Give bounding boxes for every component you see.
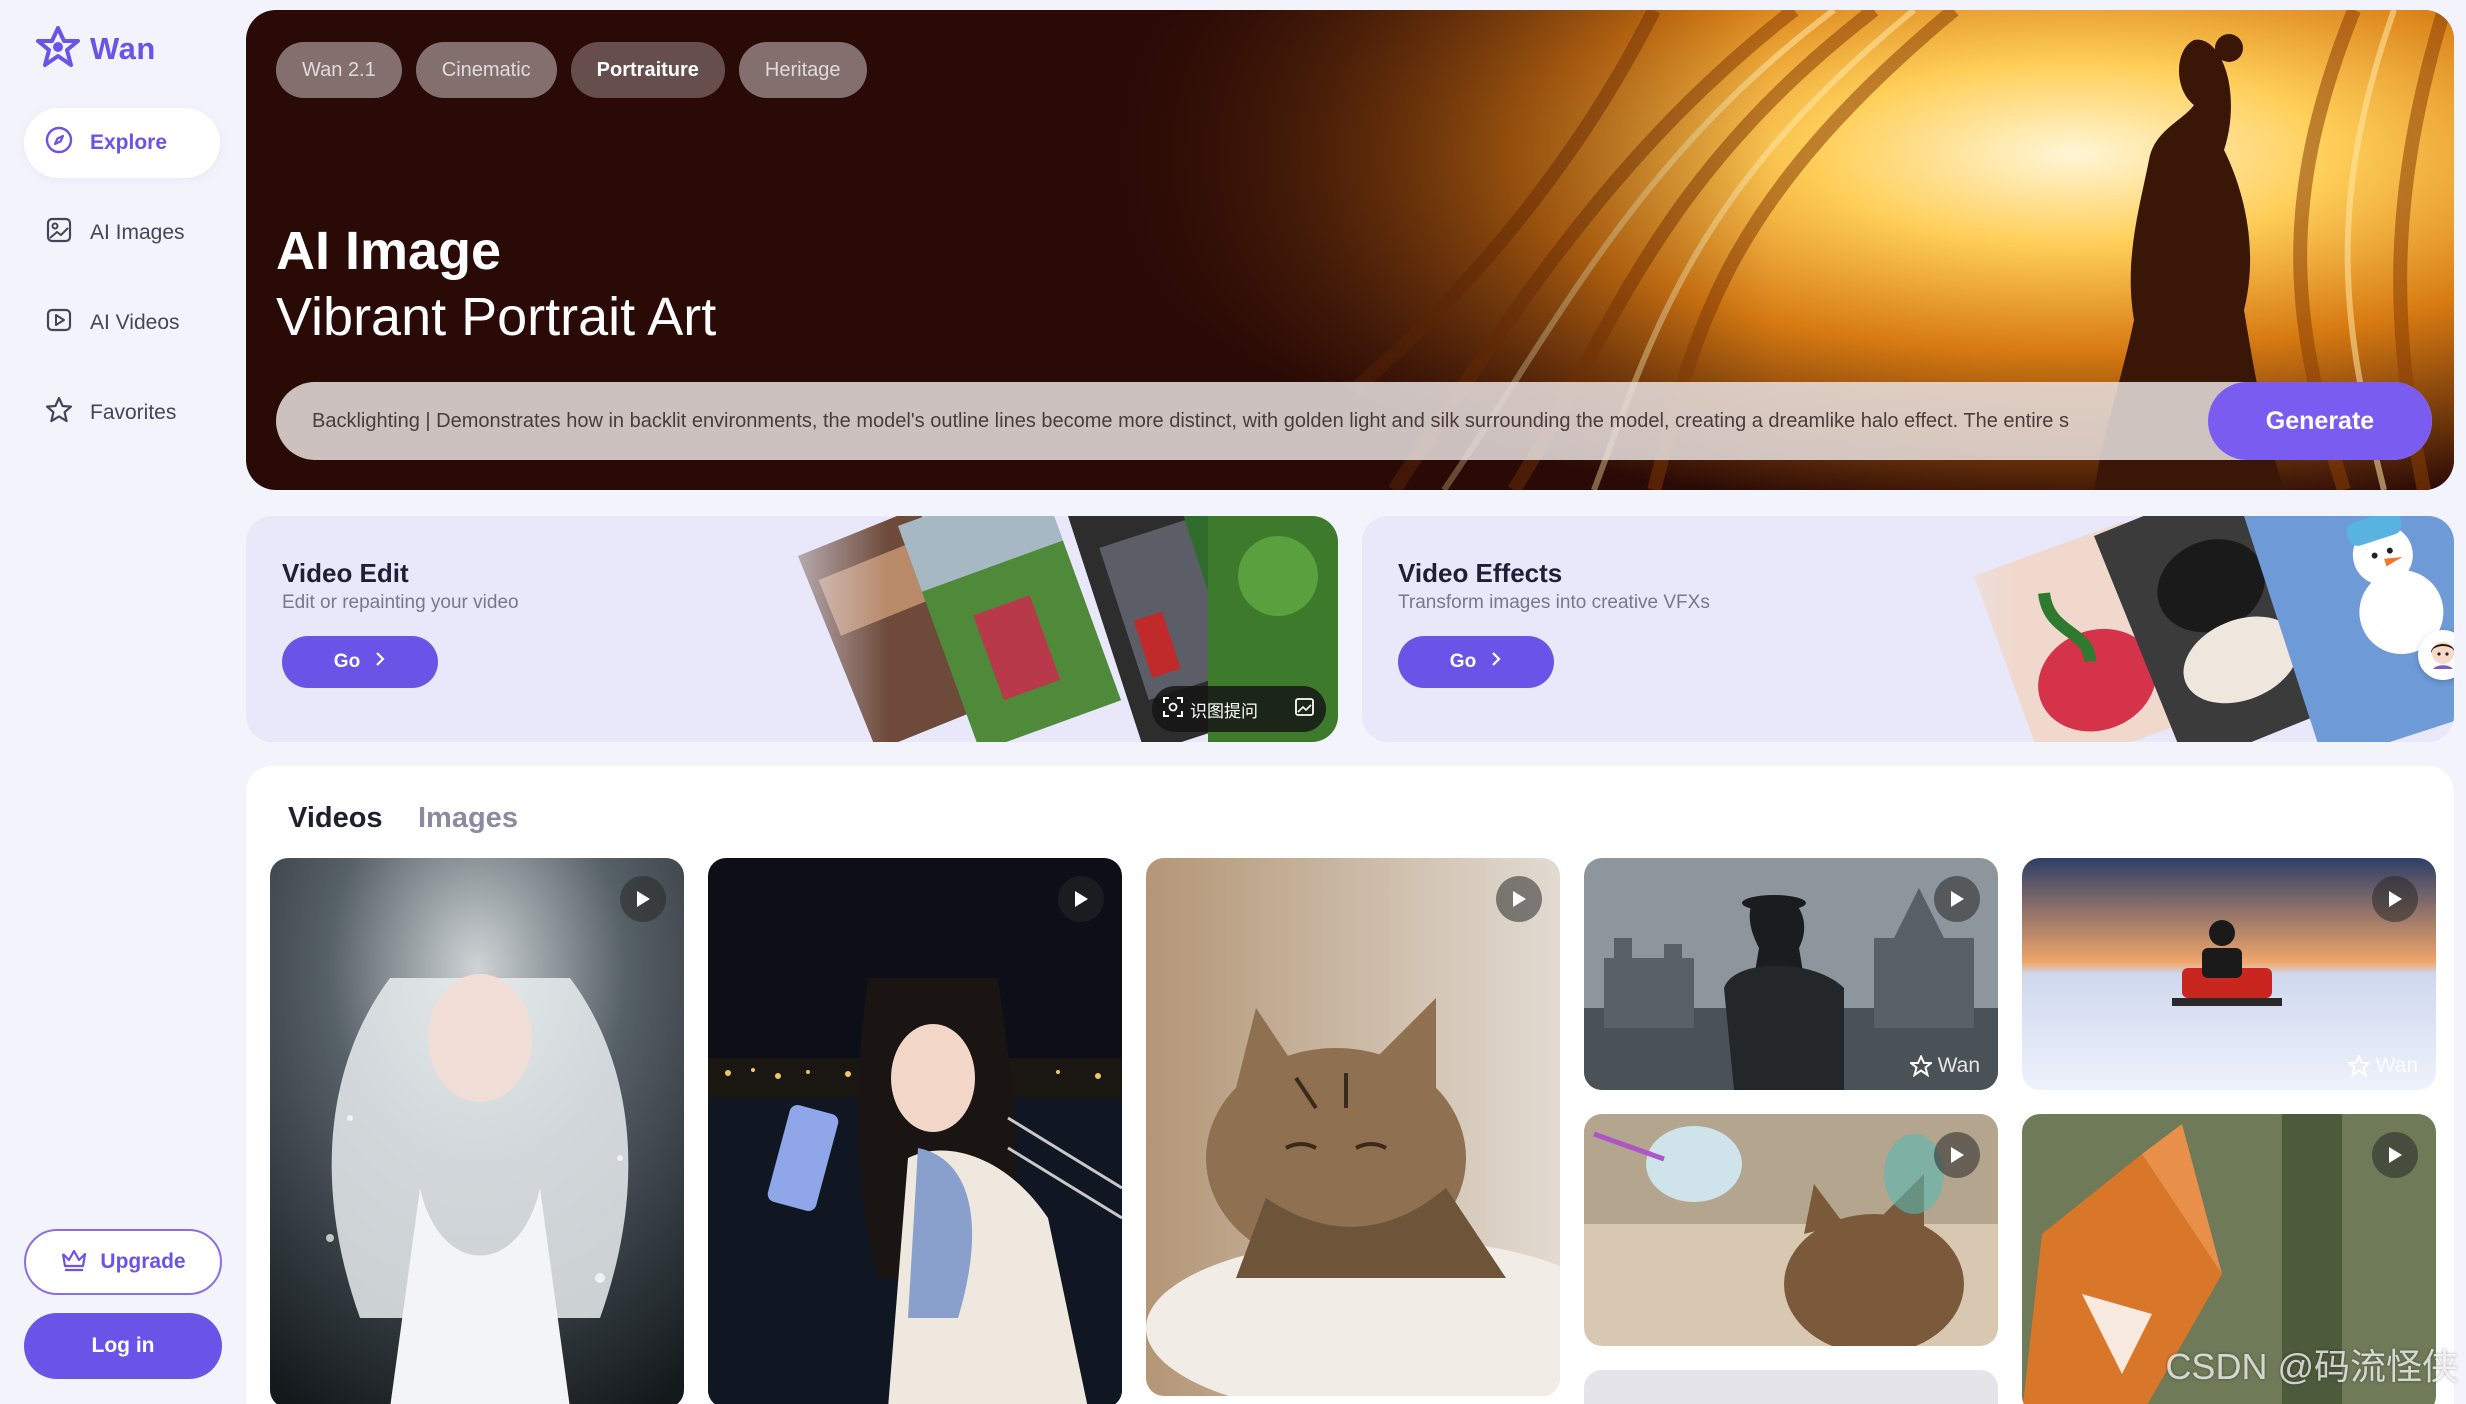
- prompt-input[interactable]: Backlighting | Demonstrates how in backl…: [312, 410, 2167, 433]
- wan-logo-icon: [1909, 1055, 1932, 1077]
- video-effects-desc: Transform images into creative VFXs: [1398, 592, 1710, 613]
- sidebar-item-ai-videos[interactable]: AI Videos: [24, 288, 220, 358]
- brand-logo[interactable]: Wan: [36, 22, 156, 76]
- sidebar-item-label: AI Videos: [90, 311, 180, 334]
- sidebar-item-label: Favorites: [90, 401, 177, 424]
- video-card[interactable]: Wan: [1584, 858, 1998, 1090]
- video-edit-card[interactable]: Video Edit Edit or repainting your video…: [246, 516, 1338, 742]
- go-label: Go: [1449, 651, 1477, 672]
- play-icon[interactable]: [1058, 876, 1104, 922]
- video-effects-go-button[interactable]: Go: [1398, 636, 1554, 688]
- video-card[interactable]: [1584, 1370, 1998, 1404]
- upgrade-label: Upgrade: [100, 1250, 186, 1273]
- play-icon[interactable]: [620, 876, 666, 922]
- star-icon: [44, 395, 74, 431]
- image-icon: [44, 215, 74, 251]
- wan-watermark: Wan: [2347, 1054, 2418, 1078]
- generate-button[interactable]: Generate: [2208, 382, 2432, 460]
- image-search-icon: [1294, 696, 1316, 723]
- go-label: Go: [333, 651, 361, 672]
- hero-subtitle: Vibrant Portrait Art: [276, 287, 717, 347]
- video-card[interactable]: [708, 858, 1122, 1404]
- video-thumbnail: [270, 858, 684, 1404]
- wan-logo-icon: [2347, 1055, 2370, 1077]
- sidebar-item-explore[interactable]: Explore: [24, 108, 220, 178]
- video-effects-title: Video Effects: [1398, 558, 1563, 588]
- play-icon[interactable]: [1934, 1132, 1980, 1178]
- sidebar-item-label: AI Images: [90, 221, 185, 244]
- video-card[interactable]: Wan: [2022, 858, 2436, 1090]
- play-icon[interactable]: [2372, 1132, 2418, 1178]
- tab-heritage[interactable]: Heritage: [738, 42, 867, 98]
- sidebar-item-label: Explore: [90, 131, 168, 154]
- sidebar-item-favorites[interactable]: Favorites: [24, 378, 220, 448]
- play-icon[interactable]: [2372, 876, 2418, 922]
- video-card[interactable]: [1584, 1114, 1998, 1346]
- sidebar: Wan Explore AI Images AI Videos Favorite…: [0, 0, 240, 1404]
- gallery-section: Videos Images Wan Wan: [246, 766, 2454, 1404]
- video-card[interactable]: [1146, 858, 1560, 1396]
- chevron-right-icon: [374, 651, 386, 673]
- video-effects-collage: [1894, 516, 2454, 742]
- scan-icon: [1162, 696, 1184, 723]
- play-icon[interactable]: [1496, 876, 1542, 922]
- video-card[interactable]: [270, 858, 684, 1404]
- prompt-bar[interactable]: Backlighting | Demonstrates how in backl…: [276, 382, 2432, 460]
- ocr-ask-chip[interactable]: 识图提问: [1152, 686, 1326, 732]
- video-thumbnail: [708, 858, 1122, 1404]
- tab-images[interactable]: Images: [418, 802, 518, 835]
- tab-videos[interactable]: Videos: [288, 802, 383, 835]
- wan-logo-icon: [36, 25, 80, 74]
- video-effects-card[interactable]: Video Effects Transform images into crea…: [1362, 516, 2454, 742]
- tab-wan-2-1[interactable]: Wan 2.1: [276, 42, 402, 98]
- tab-cinematic[interactable]: Cinematic: [415, 42, 557, 98]
- video-edit-go-button[interactable]: Go: [282, 636, 438, 688]
- video-thumbnail: [1146, 858, 1560, 1396]
- hero-title: AI Image: [276, 221, 502, 281]
- upgrade-button[interactable]: Upgrade: [24, 1229, 222, 1295]
- hero-style-tabs: Wan 2.1 Cinematic Portraiture Heritage: [276, 42, 867, 98]
- sidebar-item-ai-images[interactable]: AI Images: [24, 198, 220, 268]
- video-play-icon: [44, 305, 74, 341]
- assistant-avatar[interactable]: [2418, 630, 2454, 680]
- play-icon[interactable]: [1934, 876, 1980, 922]
- brand-name: Wan: [90, 31, 156, 66]
- wan-watermark: Wan: [1909, 1054, 1980, 1078]
- video-edit-title: Video Edit: [282, 558, 409, 588]
- video-edit-desc: Edit or repainting your video: [282, 592, 519, 613]
- compass-icon: [44, 125, 74, 161]
- tab-portraiture[interactable]: Portraiture: [570, 42, 725, 98]
- page-watermark: CSDN @码流怪侠: [2165, 1346, 2458, 1387]
- chevron-right-icon: [1490, 651, 1502, 673]
- login-button[interactable]: Log in: [24, 1313, 222, 1379]
- crown-icon: [60, 1246, 88, 1278]
- hero-banner: Wan 2.1 Cinematic Portraiture Heritage A…: [246, 10, 2454, 490]
- ocr-chip-label: 识图提问: [1190, 701, 1258, 721]
